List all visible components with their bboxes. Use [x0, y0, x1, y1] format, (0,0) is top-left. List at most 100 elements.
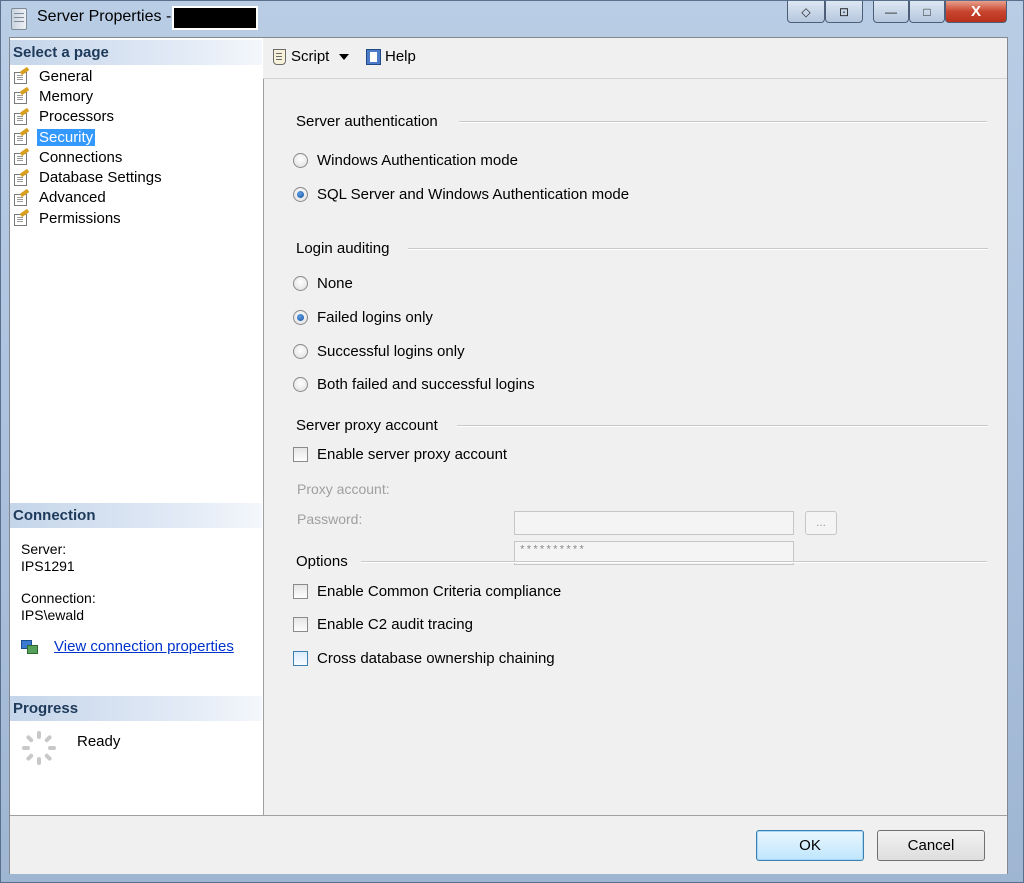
- password-label: Password:: [297, 511, 363, 527]
- page-label: Advanced: [39, 189, 106, 207]
- radio-button[interactable]: [293, 377, 308, 392]
- page-item-memory[interactable]: Memory: [13, 86, 164, 106]
- connection-info: Connection: IPS\ewald: [21, 590, 96, 624]
- radio-button[interactable]: [293, 153, 308, 168]
- page-item-advanced[interactable]: Advanced: [13, 188, 164, 208]
- script-button[interactable]: Script: [271, 48, 357, 65]
- page-item-security[interactable]: Security: [13, 127, 164, 147]
- option-label: Cross database ownership chaining: [317, 650, 555, 667]
- security-page: Server authentication Windows Authentica…: [263, 79, 1007, 815]
- radio-button[interactable]: [293, 344, 308, 359]
- page-label: Database Settings: [39, 169, 162, 187]
- server-info: Server: IPS1291: [21, 541, 75, 575]
- server-value: IPS1291: [21, 558, 75, 574]
- checkbox[interactable]: [293, 651, 308, 666]
- server-label: Server:: [21, 541, 67, 557]
- divider: [408, 248, 988, 250]
- maximize-button[interactable]: □: [909, 1, 945, 23]
- login-auditing-title: Login auditing: [296, 240, 390, 257]
- view-connection-properties-link[interactable]: View connection properties: [54, 638, 234, 655]
- option-label: Enable C2 audit tracing: [317, 616, 473, 633]
- view-connection-properties[interactable]: View connection properties: [21, 638, 234, 655]
- minimize-icon: —: [885, 4, 897, 19]
- script-icon: [271, 48, 287, 65]
- help-button[interactable]: Help: [365, 48, 416, 65]
- close-icon: X: [970, 3, 981, 20]
- page-item-database-settings[interactable]: Database Settings: [13, 167, 164, 187]
- help-mode-button[interactable]: ◇: [787, 1, 825, 23]
- minimize-button[interactable]: —: [873, 1, 909, 23]
- divider: [361, 561, 987, 563]
- page-label: General: [39, 67, 93, 85]
- maximize-icon: □: [923, 4, 931, 19]
- select-page-header: Select a page: [10, 40, 262, 65]
- page-list: General Memory Processors Security Conne…: [13, 66, 164, 228]
- server-icon: [11, 8, 27, 30]
- options-title: Options: [296, 553, 348, 570]
- option-label: Both failed and successful logins: [317, 376, 535, 393]
- dialog-footer: OK Cancel: [10, 815, 1007, 874]
- page-item-general[interactable]: General: [13, 66, 164, 86]
- restore-button[interactable]: ⊡: [825, 1, 863, 23]
- help-book-icon: [365, 48, 381, 65]
- windows-auth-radio[interactable]: Windows Authentication mode: [293, 152, 518, 169]
- ok-button[interactable]: OK: [756, 830, 864, 861]
- audit-failed-radio[interactable]: Failed logins only: [293, 309, 433, 326]
- divider: [457, 425, 988, 427]
- radio-button-selected[interactable]: [293, 187, 308, 202]
- cancel-button[interactable]: Cancel: [877, 830, 985, 861]
- option-label: None: [317, 275, 353, 292]
- page-label: Security: [37, 128, 96, 146]
- proxy-account-label: Proxy account:: [297, 481, 390, 497]
- page-item-permissions[interactable]: Permissions: [13, 208, 164, 228]
- page-label: Processors: [39, 108, 115, 126]
- checkbox[interactable]: [293, 447, 308, 462]
- browse-proxy-button[interactable]: ...: [805, 511, 837, 535]
- progress-status: Ready: [77, 733, 121, 750]
- checkbox[interactable]: [293, 617, 308, 632]
- c2-audit-checkbox[interactable]: Enable C2 audit tracing: [293, 616, 473, 633]
- audit-both-radio[interactable]: Both failed and successful logins: [293, 376, 535, 393]
- redacted-server-name: [172, 6, 258, 30]
- help-mode-icon: ◇: [801, 4, 811, 19]
- option-label: Enable Common Criteria compliance: [317, 583, 562, 600]
- connection-properties-icon: [21, 639, 38, 654]
- restore-icon: ⊡: [838, 4, 850, 19]
- dialog-client-area: Select a page General Memory Processors …: [9, 37, 1008, 874]
- progress-spinner-icon: [22, 731, 56, 765]
- page-properties-icon: [13, 87, 30, 105]
- page-item-connections[interactable]: Connections: [13, 147, 164, 167]
- option-label: SQL Server and Windows Authentication mo…: [317, 186, 630, 203]
- help-label: Help: [385, 48, 416, 65]
- server-proxy-title: Server proxy account: [296, 417, 438, 434]
- proxy-account-input[interactable]: [514, 511, 794, 535]
- enable-proxy-checkbox[interactable]: Enable server proxy account: [293, 446, 507, 463]
- option-label: Enable server proxy account: [317, 446, 508, 463]
- connection-header: Connection: [10, 503, 262, 528]
- page-item-processors[interactable]: Processors: [13, 107, 164, 127]
- page-label: Permissions: [39, 209, 121, 227]
- dropdown-arrow-icon[interactable]: [339, 53, 350, 60]
- checkbox[interactable]: [293, 584, 308, 599]
- page-properties-icon: [13, 208, 30, 227]
- connection-value: IPS\ewald: [21, 607, 85, 623]
- page-label: Memory: [39, 87, 94, 105]
- progress-header: Progress: [10, 696, 262, 721]
- radio-button-selected[interactable]: [293, 310, 308, 325]
- option-label: Successful logins only: [317, 343, 465, 360]
- audit-none-radio[interactable]: None: [293, 275, 353, 292]
- close-button[interactable]: X: [945, 1, 1007, 23]
- common-criteria-checkbox[interactable]: Enable Common Criteria compliance: [293, 583, 561, 600]
- server-properties-window: Server Properties - ◇ ⊡ — □ X Select a p…: [0, 0, 1024, 883]
- divider: [459, 121, 987, 123]
- title-bar[interactable]: Server Properties - ◇ ⊡ — □ X: [1, 1, 1023, 35]
- cross-db-ownership-checkbox[interactable]: Cross database ownership chaining: [293, 650, 555, 667]
- page-properties-icon: [13, 66, 30, 85]
- audit-successful-radio[interactable]: Successful logins only: [293, 343, 465, 360]
- page-properties-icon: [13, 127, 30, 146]
- page-properties-icon: [13, 107, 30, 125]
- radio-button[interactable]: [293, 276, 308, 291]
- toolbar: Script Help: [263, 38, 1007, 79]
- script-label: Script: [291, 48, 330, 65]
- mixed-auth-radio[interactable]: SQL Server and Windows Authentication mo…: [293, 186, 629, 203]
